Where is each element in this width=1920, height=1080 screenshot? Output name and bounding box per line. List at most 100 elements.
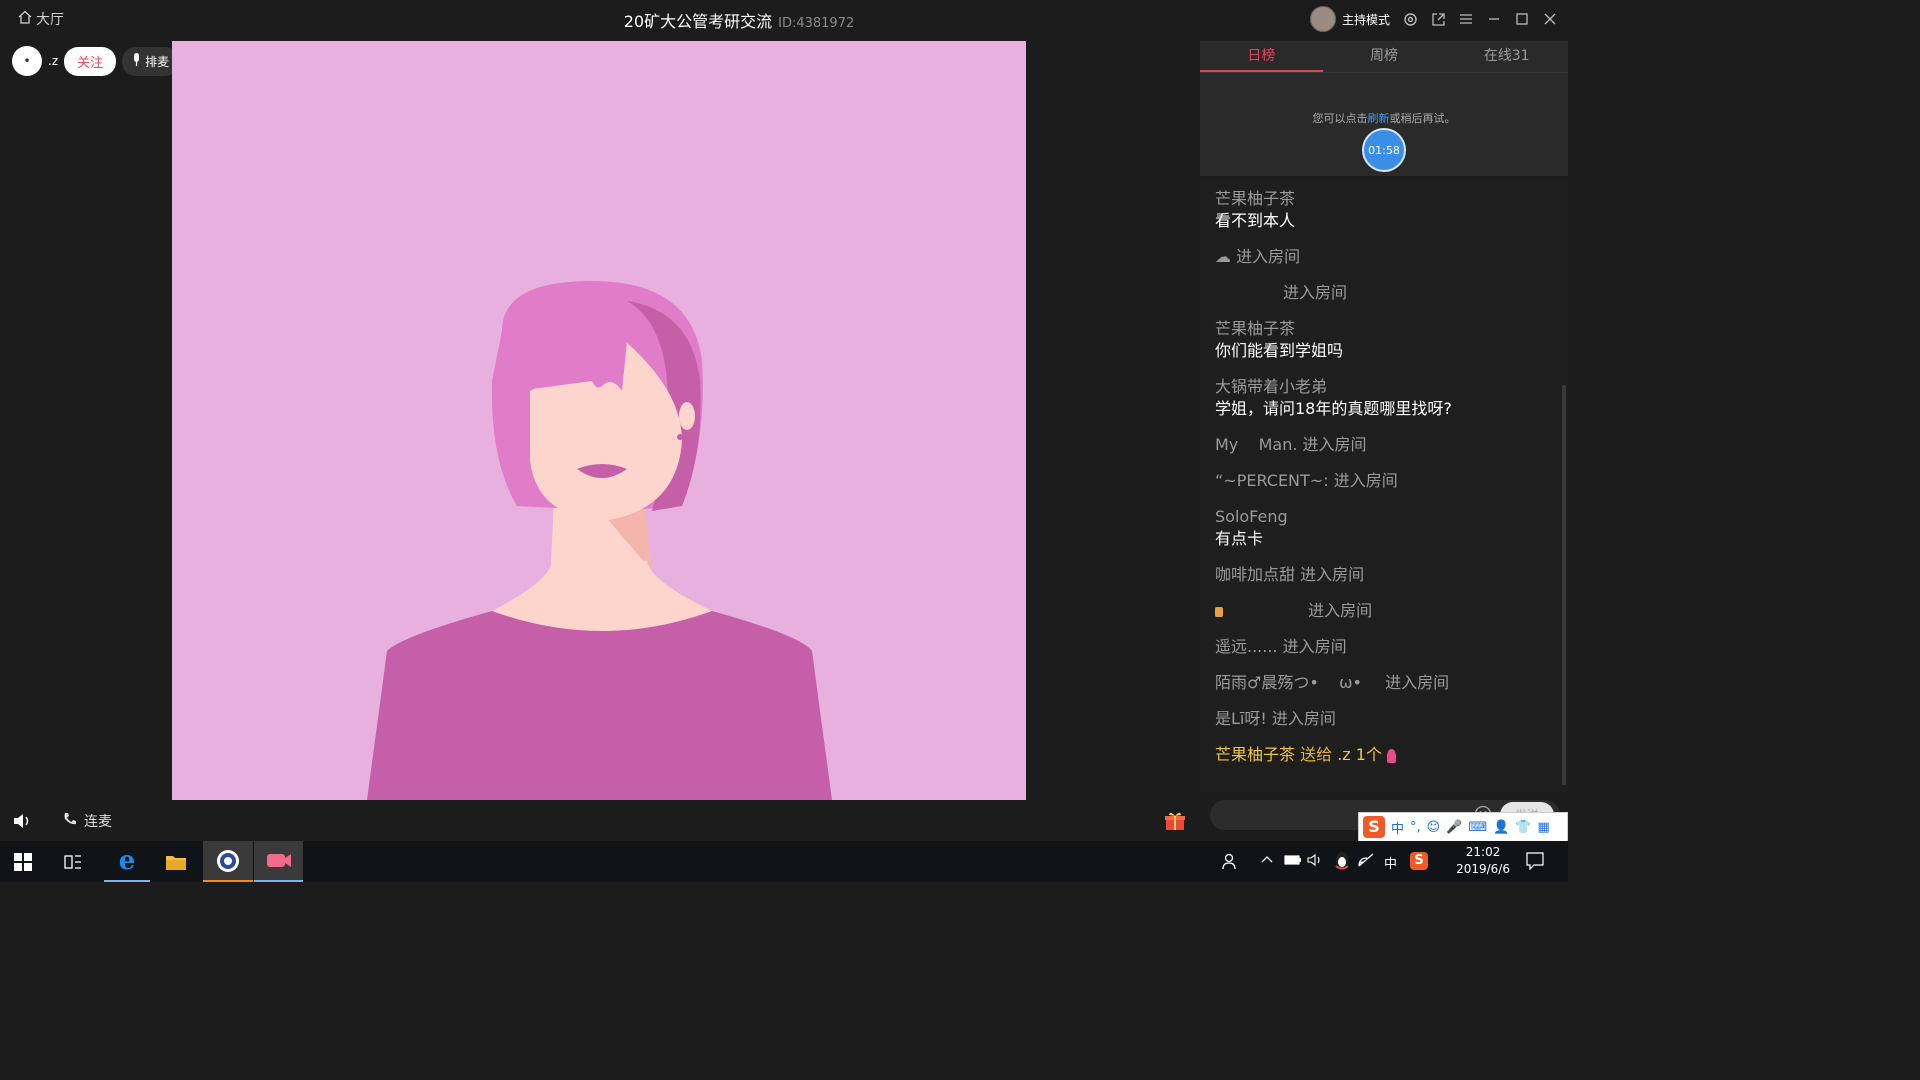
chat-message: My Man. 进入房间: [1215, 434, 1553, 456]
university-app-icon[interactable]: [203, 841, 253, 882]
chat-text: 有点卡: [1215, 529, 1264, 548]
chat-username: 大锅带着小老弟: [1215, 377, 1328, 396]
ime-language-indicator[interactable]: 中: [1384, 853, 1397, 872]
close-icon[interactable]: [1542, 11, 1558, 27]
minimize-icon[interactable]: [1486, 11, 1502, 27]
ime-punctuation-toggle[interactable]: °,: [1410, 820, 1421, 835]
taskbar: e 中 S 21:02 2019/6/6: [0, 841, 1568, 882]
host-mode-label: 主持模式: [1341, 12, 1390, 27]
chat-list[interactable]: 芒果柚子茶 看不到本人 ☁ 进入房间 进入房间 芒果柚子茶 你们能看到学姐吗 大…: [1200, 180, 1568, 792]
clock-time: 21:02: [1465, 845, 1501, 859]
qq-icon[interactable]: [1333, 851, 1351, 875]
battery-icon[interactable]: [1284, 853, 1302, 871]
chat-text: 你们能看到学姐吗: [1215, 341, 1344, 360]
connect-mic-label: 连麦: [84, 814, 112, 830]
chat-message: 是Lī呀! 进入房间: [1215, 708, 1553, 730]
maximize-icon[interactable]: [1514, 11, 1530, 27]
ime-keyboard-icon[interactable]: ⌨: [1468, 820, 1487, 835]
chat-text: 看不到本人: [1215, 211, 1296, 230]
chat-username: My Man.: [1215, 435, 1298, 454]
chat-message: 进入房间: [1215, 282, 1553, 304]
speaker-icon[interactable]: [1307, 853, 1323, 871]
gift-icon[interactable]: [1164, 810, 1186, 832]
user-badge-icon: [1215, 606, 1223, 617]
microphone-icon: [132, 52, 141, 70]
chat-message: 咖啡加点甜 进入房间: [1215, 564, 1553, 586]
gift-target: .z 1个: [1337, 745, 1382, 764]
tab-online[interactable]: 在线31: [1445, 41, 1568, 72]
room-title: 20矿大公管考研交流 ID:4381972: [0, 8, 1478, 32]
sogou-logo-icon: S: [1363, 816, 1385, 838]
chat-system-text: 进入房间: [1282, 637, 1347, 656]
host-mode-toggle[interactable]: 主持模式: [1309, 6, 1390, 32]
chat-system-text: 进入房间: [1283, 283, 1348, 302]
people-icon[interactable]: [1222, 852, 1240, 874]
settings-icon[interactable]: [1402, 11, 1418, 27]
menu-icon[interactable]: [1458, 11, 1474, 27]
chat-message: ☁ 进入房间: [1215, 246, 1553, 268]
refresh-link[interactable]: 刷新: [1368, 112, 1390, 125]
wifi-icon[interactable]: [1358, 853, 1374, 871]
chat-username: 咖啡加点甜: [1215, 565, 1296, 584]
chat-message: 芒果柚子茶 看不到本人: [1215, 188, 1553, 232]
rank-tabs: 日榜 周榜 在线31: [1200, 41, 1568, 73]
countdown-timer: 01:58: [1362, 128, 1406, 172]
ime-emoji-icon[interactable]: ☺: [1427, 820, 1441, 835]
chat-username: SoloFeng: [1215, 507, 1288, 526]
windows-start-icon[interactable]: [0, 841, 46, 882]
room-id: ID:4381972: [778, 16, 855, 31]
follow-button[interactable]: 关注: [64, 46, 117, 76]
chat-message: 大锅带着小老弟 学姐，请问18年的真题哪里找呀?: [1215, 376, 1553, 420]
chat-username: ☁: [1215, 247, 1231, 266]
sogou-tray-icon[interactable]: S: [1410, 852, 1428, 870]
chat-message: SoloFeng 有点卡: [1215, 506, 1553, 550]
chat-system-text: 进入房间: [1333, 471, 1398, 490]
volume-icon[interactable]: [12, 811, 32, 831]
ime-toolbox-icon[interactable]: ▦: [1538, 820, 1550, 835]
chat-system-text: 进入房间: [1271, 709, 1336, 728]
chat-username: 是Lī呀!: [1215, 709, 1267, 728]
user-avatar[interactable]: [1309, 6, 1336, 32]
ime-user-icon[interactable]: 👤: [1493, 820, 1509, 835]
ime-voice-icon[interactable]: 🎤: [1446, 820, 1462, 835]
chat-username: 陌雨♂晨殇つ• ω•: [1215, 673, 1362, 692]
video-stage[interactable]: [172, 41, 1026, 800]
window-controls: 主持模式: [1309, 6, 1558, 32]
ime-skin-icon[interactable]: 👕: [1515, 820, 1531, 835]
chat-username: 遥远......: [1215, 637, 1278, 656]
avatar-illustration: [172, 41, 1026, 800]
ime-toolbar[interactable]: S 中 °, ☺ 🎤 ⌨ 👤 👕 ▦: [1358, 812, 1568, 842]
host-name: .z: [48, 54, 59, 68]
queue-mic-label: 排麦: [145, 54, 170, 69]
notification-icon[interactable]: [1526, 852, 1544, 874]
queue-mic-button[interactable]: 排麦: [122, 46, 180, 76]
file-explorer-icon[interactable]: [153, 841, 199, 882]
chat-system-text: 进入房间: [1300, 565, 1365, 584]
rank-panel: 日榜 周榜 在线31 您可以点击刷新或稍后再试。 01:58: [1200, 41, 1568, 176]
tab-daily[interactable]: 日榜: [1200, 41, 1323, 72]
connect-mic-button[interactable]: 连麦: [62, 811, 112, 831]
hint-suffix: 或稍后再试。: [1389, 112, 1456, 125]
chat-scrollbar[interactable]: [1562, 385, 1566, 785]
live-streaming-app-icon[interactable]: [254, 841, 303, 882]
chat-message: 进入房间: [1215, 600, 1553, 622]
gift-sender: 芒果柚子茶: [1215, 745, 1296, 764]
edge-browser-icon[interactable]: e: [104, 841, 150, 882]
chat-message: 遥远...... 进入房间: [1215, 636, 1553, 658]
refresh-hint: 您可以点击刷新或稍后再试。: [1200, 110, 1568, 126]
flower-icon: [1387, 748, 1397, 763]
clock-date: 2019/6/6: [1456, 862, 1510, 876]
chat-system-text: 进入房间: [1236, 247, 1301, 266]
chat-message: 陌雨♂晨殇つ• ω• 进入房间: [1215, 672, 1553, 694]
chat-message: 芒果柚子茶 你们能看到学姐吗: [1215, 318, 1553, 362]
chat-username: “~PERCENT~:: [1215, 471, 1329, 490]
chevron-up-icon[interactable]: [1260, 853, 1274, 871]
tab-weekly[interactable]: 周榜: [1323, 41, 1446, 72]
task-view-icon[interactable]: [50, 841, 96, 882]
ime-chinese-toggle[interactable]: 中: [1391, 818, 1404, 837]
system-clock[interactable]: 21:02 2019/6/6: [1456, 844, 1510, 878]
popout-icon[interactable]: [1430, 11, 1446, 27]
host-avatar[interactable]: •: [12, 46, 42, 76]
hint-prefix: 您可以点击: [1312, 112, 1368, 125]
gift-message: 芒果柚子茶 送给 .z 1个: [1215, 744, 1553, 766]
